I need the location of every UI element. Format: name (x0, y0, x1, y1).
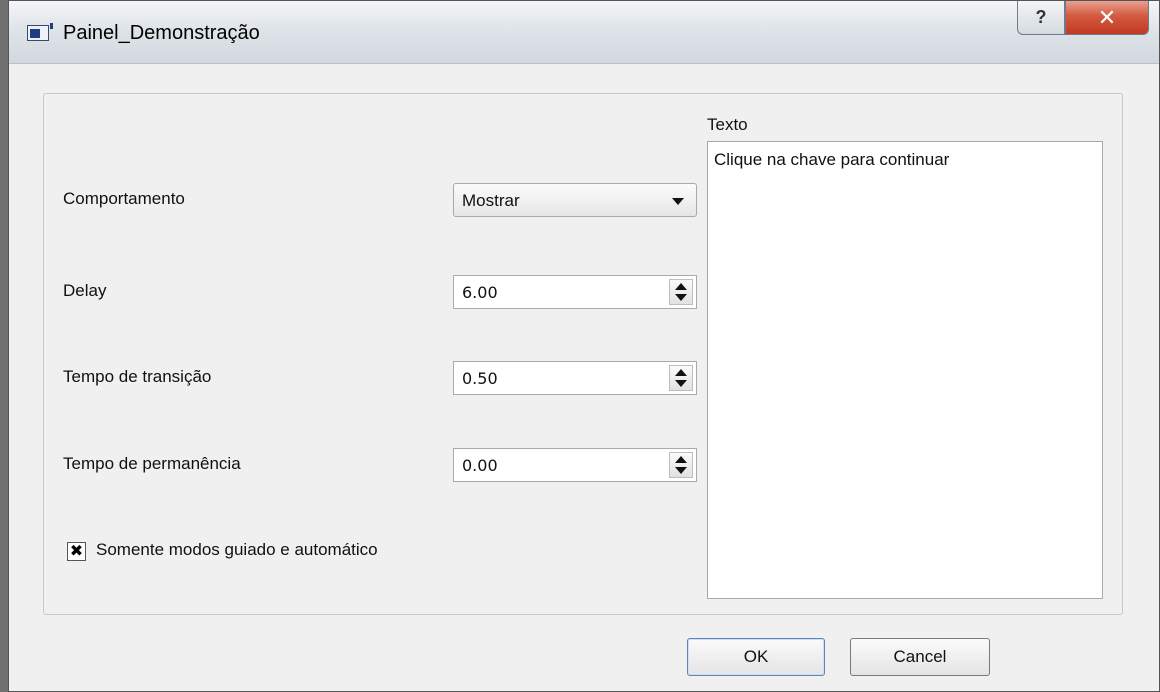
text-area[interactable]: Clique na chave para continuar (707, 141, 1103, 599)
cancel-button[interactable]: Cancel (850, 638, 990, 676)
spin-down-icon[interactable] (675, 467, 687, 474)
transition-time-stepper[interactable] (669, 365, 693, 391)
delay-value[interactable]: 6.00 (462, 283, 498, 302)
help-button[interactable]: ? (1017, 1, 1065, 35)
guided-auto-only-checkbox[interactable]: ✖ (67, 542, 86, 561)
dropdown-arrow-icon (672, 198, 684, 205)
text-label: Texto (707, 115, 748, 134)
ok-button[interactable]: OK (687, 638, 825, 676)
checkmark-icon: ✖ (69, 543, 84, 560)
delay-spinbox[interactable]: 6.00 (453, 275, 697, 309)
dialog-window: Painel_Demonstração ? ✕ Comportamento Mo… (8, 0, 1160, 692)
behavior-label: Comportamento (63, 189, 185, 208)
spin-down-icon[interactable] (675, 294, 687, 301)
stay-time-label: Tempo de permanência (63, 454, 241, 473)
title-bar[interactable]: Painel_Demonstração ? ✕ (9, 1, 1159, 64)
spin-down-icon[interactable] (675, 380, 687, 387)
delay-label: Delay (63, 281, 107, 300)
transition-time-label: Tempo de transição (63, 367, 212, 386)
help-icon: ? (1035, 7, 1047, 27)
close-icon: ✕ (1097, 4, 1117, 30)
spin-up-icon[interactable] (675, 369, 687, 376)
stay-time-stepper[interactable] (669, 452, 693, 478)
behavior-combobox[interactable]: Mostrar (453, 183, 697, 217)
transition-time-spinbox[interactable]: 0.50 (453, 361, 697, 395)
delay-stepper[interactable] (669, 279, 693, 305)
close-button[interactable]: ✕ (1065, 1, 1149, 35)
app-window-icon (27, 23, 53, 41)
spin-up-icon[interactable] (675, 283, 687, 290)
transition-time-value[interactable]: 0.50 (462, 369, 498, 388)
spin-up-icon[interactable] (675, 456, 687, 463)
behavior-selected-value: Mostrar (462, 191, 520, 210)
stay-time-spinbox[interactable]: 0.00 (453, 448, 697, 482)
window-title: Painel_Demonstração (63, 22, 260, 44)
guided-auto-only-label[interactable]: Somente modos guiado e automático (96, 540, 378, 560)
stay-time-value[interactable]: 0.00 (462, 456, 498, 475)
